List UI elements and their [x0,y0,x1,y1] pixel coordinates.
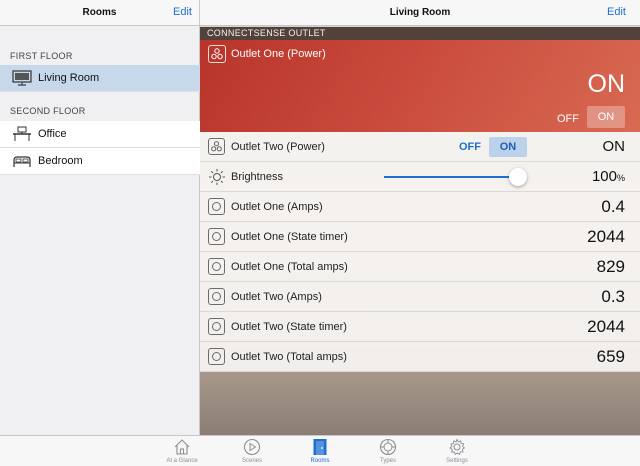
sensor-icon [208,288,225,305]
row-value: 0.4 [601,197,625,216]
main-edit-button[interactable]: Edit [607,6,626,18]
row-value: 100% [592,168,625,185]
list-item: Outlet Two (Amps) 0.3 [200,282,640,312]
outlet-icon [208,45,226,63]
rooms-sidebar: Rooms Edit FIRST FLOOR Living Room SECON… [0,0,200,435]
row-value: 2044 [587,317,625,336]
list-item: Outlet Two (Total amps) 659 [200,342,640,372]
hero-state: ON [587,70,626,98]
room-item-office[interactable]: Office [0,121,200,148]
row-label: Outlet One (Amps) [231,201,323,213]
tab-bar: At a Glance Scenes Rooms Types Settings [0,435,640,466]
tab-scenes[interactable]: Scenes [232,437,272,466]
row-label: Outlet Two (State timer) [231,321,347,333]
tv-icon [9,68,35,88]
row-value: 659 [596,347,625,366]
room-detail-panel: Living Room Edit CONNECTSENSE OUTLET Out… [200,0,640,435]
main-nav-bar: Living Room Edit [200,0,640,26]
hero-off-button[interactable]: OFF [549,109,587,129]
characteristics-list: Outlet Two (Power) OFF ON ON Brightness … [200,132,640,372]
tab-label: Settings [446,458,468,464]
list-item: Outlet Two (State timer) 2044 [200,312,640,342]
row-value: 829 [596,257,625,276]
section-header-second-floor: SECOND FLOOR [10,106,86,116]
row-value: 2044 [587,227,625,246]
room-item-living-room[interactable]: Living Room [0,65,200,92]
brightness-value: 100 [591,168,617,185]
on-button[interactable]: ON [489,137,527,157]
desk-icon [9,124,35,144]
house-icon [172,437,192,457]
row-value: 0.3 [601,287,625,306]
sensor-icon [208,258,225,275]
tab-label: Types [379,458,396,464]
tab-label: Scenes [241,458,262,464]
tab-types[interactable]: Types [368,437,408,466]
row-label: Outlet Two (Total amps) [231,351,347,363]
sensor-icon [208,348,225,365]
tab-rooms[interactable]: Rooms [300,437,340,466]
brightness-slider-thumb[interactable] [509,168,527,186]
bed-icon [9,151,35,171]
outlet-icon [208,138,225,155]
tab-settings[interactable]: Settings [437,437,477,466]
room-label: Office [38,128,67,140]
row-label: Outlet One (Total amps) [231,261,348,273]
tab-label: Rooms [310,458,330,464]
off-button[interactable]: OFF [451,137,489,157]
room-label: Bedroom [38,155,83,167]
brightness-slider-track[interactable] [384,176,518,178]
hero-on-button[interactable]: ON [587,106,625,128]
sidebar-edit-button[interactable]: Edit [173,6,192,18]
tab-at-a-glance[interactable]: At a Glance [162,437,202,466]
row-label: Outlet Two (Power) [231,141,325,153]
page-title: Living Room [389,7,451,18]
row-label: Outlet One (State timer) [231,231,348,243]
list-item: Outlet One (Amps) 0.4 [200,192,640,222]
row-label: Outlet Two (Amps) [231,291,322,303]
sensor-icon [208,228,225,245]
gear-icon [447,437,467,457]
brightness-unit: % [616,173,625,183]
types-icon [378,437,398,457]
brightness-icon [208,168,226,186]
section-header-first-floor: FIRST FLOOR [10,51,73,61]
list-item: Outlet One (Total amps) 829 [200,252,640,282]
sidebar-nav-bar: Rooms Edit [0,0,199,26]
list-item[interactable]: Outlet Two (Power) OFF ON ON [200,132,640,162]
hero-label: Outlet One (Power) [231,48,326,60]
tab-label: At a Glance [166,458,198,464]
list-item: Brightness 100% [200,162,640,192]
play-icon [242,437,262,457]
list-item: Outlet One (State timer) 2044 [200,222,640,252]
room-item-bedroom[interactable]: Bedroom [0,148,200,175]
sidebar-title: Rooms [82,7,117,18]
door-icon [310,437,330,457]
row-label: Brightness [231,171,283,183]
room-label: Living Room [38,72,100,84]
row-value: ON [602,138,626,155]
outlet-one-power-card[interactable]: Outlet One (Power) ON OFF ON [200,40,640,132]
sensor-icon [208,198,225,215]
device-header: CONNECTSENSE OUTLET [200,27,640,40]
sensor-icon [208,318,225,335]
